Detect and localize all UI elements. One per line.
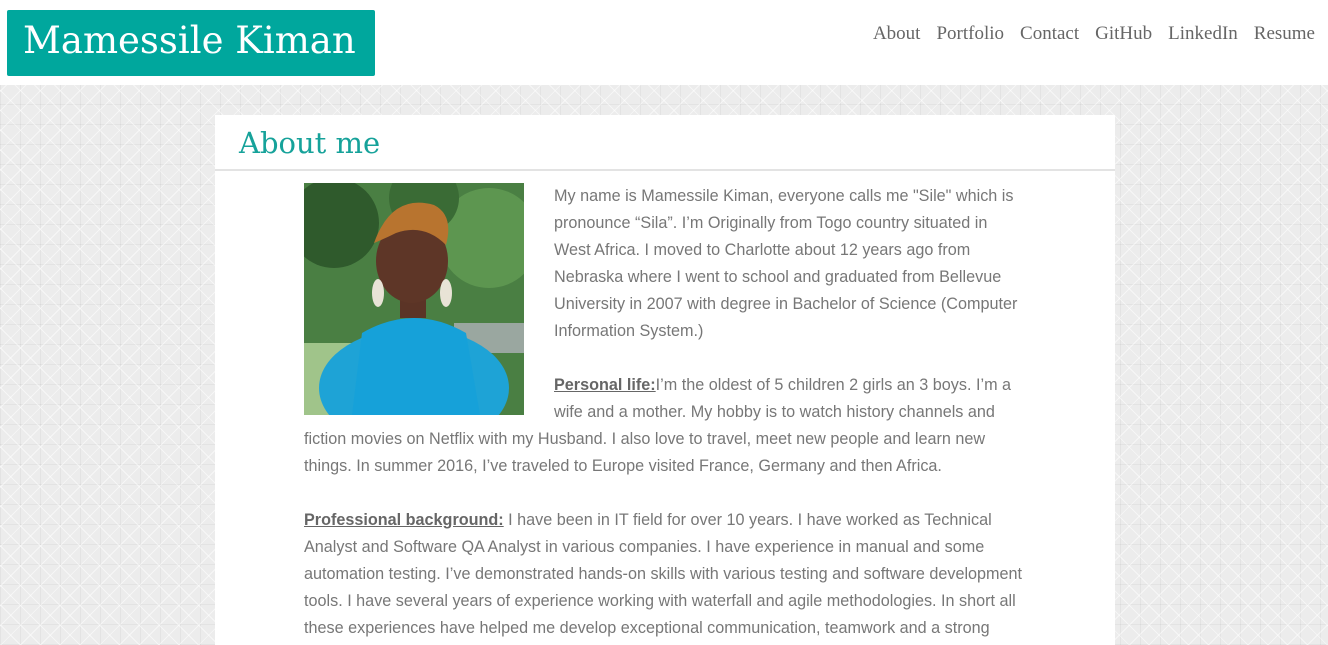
nav-contact[interactable]: Contact bbox=[1020, 21, 1079, 47]
site-header: Mamessile Kiman About Portfolio Contact … bbox=[0, 0, 1328, 85]
profile-photo bbox=[304, 183, 524, 415]
nav-portfolio[interactable]: Portfolio bbox=[936, 21, 1004, 47]
brand-logo[interactable]: Mamessile Kiman bbox=[7, 10, 375, 76]
about-title: About me bbox=[215, 115, 1115, 171]
professional-label: Professional background: bbox=[304, 511, 504, 529]
nav-linkedin[interactable]: LinkedIn bbox=[1168, 21, 1238, 47]
nav-about[interactable]: About bbox=[873, 21, 921, 47]
professional-text: I have been in IT field for over 10 year… bbox=[304, 511, 1023, 637]
personal-label: Personal life: bbox=[554, 376, 656, 394]
main-nav: About Portfolio Contact GitHub LinkedIn … bbox=[873, 21, 1315, 47]
nav-github[interactable]: GitHub bbox=[1095, 21, 1152, 47]
about-content: My name is Mamessile Kiman, everyone cal… bbox=[304, 183, 1026, 645]
professional-paragraph: Professional background: I have been in … bbox=[304, 507, 1026, 642]
nav-resume[interactable]: Resume bbox=[1254, 21, 1315, 47]
about-card: About me My name is Mamessile Kiman, eve… bbox=[215, 115, 1115, 645]
